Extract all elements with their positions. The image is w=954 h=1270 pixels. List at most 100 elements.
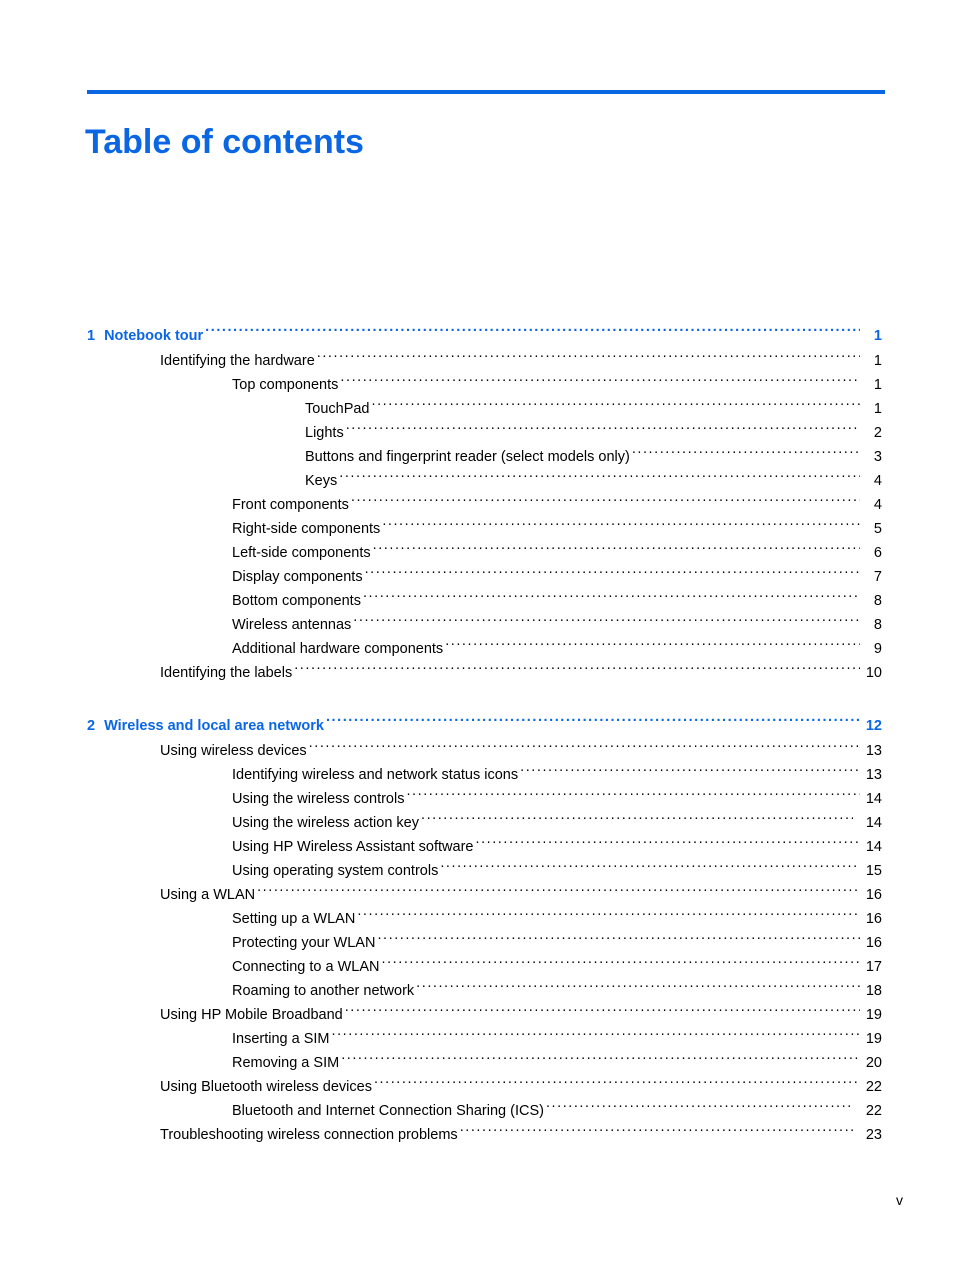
toc-page-number: 7 [873,569,882,585]
toc-entry-row[interactable]: Connecting to a WLAN 17 [87,955,882,979]
toc-entry-label: Bluetooth and Internet Connection Sharin… [232,1103,544,1119]
toc-page-number: 12 [865,718,882,734]
toc-leader-dots [309,741,860,756]
toc-entry-row[interactable]: Left-side components 6 [87,541,882,565]
toc-leader-dots [257,885,860,900]
toc-leader-dots [373,543,860,558]
toc-page-number: 2 [873,425,882,441]
toc-entry-row[interactable]: Right-side components 5 [87,517,882,541]
toc-entry-label: Top components [232,377,339,393]
toc-entry-label: Notebook tour [104,328,204,344]
toc-leader-dots [339,471,860,486]
toc-entry-row[interactable]: Using Bluetooth wireless devices 22 [87,1075,882,1099]
toc-page-number: 1 [873,401,882,417]
toc-page-number: 8 [873,617,882,633]
toc-page-number: 13 [865,767,882,783]
toc-entry-label: Wireless and local area network [104,718,324,734]
toc-entry-label: Using the wireless action key [232,815,419,831]
toc-entry-row[interactable]: Using a WLAN 16 [87,883,882,907]
toc-chapter-row[interactable]: 2 Wireless and local area network 12 [87,713,882,739]
toc-entry-row[interactable]: Using HP Mobile Broadband 19 [87,1003,882,1027]
toc-leader-dots [332,1029,860,1044]
toc-page-number: 18 [865,983,882,999]
toc-leader-dots [345,1005,860,1020]
toc-entry-label: Inserting a SIM [232,1031,330,1047]
toc-entry-label: Left-side components [232,545,371,561]
page-folio: v [896,1192,903,1208]
toc-entry-row[interactable]: Identifying the hardware 1 [87,349,882,373]
toc-entry-row[interactable]: Display components 7 [87,565,882,589]
toc-entry-row[interactable]: Front components 4 [87,493,882,517]
toc-entry-row[interactable]: Protecting your WLAN 16 [87,931,882,955]
toc-entry-label: TouchPad [305,401,370,417]
toc-leader-dots [546,1101,853,1116]
toc-leader-dots [363,591,860,606]
toc-page-number: 1 [873,353,882,369]
toc-entry-label: Wireless antennas [232,617,352,633]
toc-entry-row[interactable]: Lights 2 [87,421,882,445]
toc-page-number: 16 [865,935,882,951]
title-rule [87,90,885,94]
toc-entry-row[interactable]: Troubleshooting wireless connection prob… [87,1123,882,1147]
toc-entry-row[interactable]: Roaming to another network 18 [87,979,882,1003]
toc-entry-label: Using operating system controls [232,863,439,879]
toc-page-number: 4 [873,497,882,513]
toc-leader-dots [374,1077,860,1092]
toc-entry-row[interactable]: Using the wireless controls 14 [87,787,882,811]
toc-page-number: 22 [865,1079,882,1095]
toc-page-number: 14 [865,791,882,807]
toc-entry-label: Using Bluetooth wireless devices [160,1079,372,1095]
table-of-contents-list: 1 Notebook tour 1 Identifying the hardware 1… [87,323,882,1147]
toc-entry-row[interactable]: Bottom components 8 [87,589,882,613]
toc-entry-row[interactable]: Using HP Wireless Assistant software 14 [87,835,882,859]
toc-entry-label: Front components [232,497,349,513]
toc-chapter-number: 2 [87,718,96,734]
toc-entry-row[interactable]: Keys 4 [87,469,882,493]
toc-entry-row[interactable]: Removing a SIM 20 [87,1051,882,1075]
toc-entry-row[interactable]: Inserting a SIM 19 [87,1027,882,1051]
toc-entry-row[interactable]: Bluetooth and Internet Connection Sharin… [87,1099,882,1123]
toc-leader-dots [406,789,860,804]
toc-entry-row[interactable]: Using wireless devices 13 [87,739,882,763]
toc-entry-label: Bottom components [232,593,361,609]
page-title: Table of contents [85,122,364,161]
toc-entry-row[interactable]: Wireless antennas 8 [87,613,882,637]
toc-leader-dots [205,326,860,341]
toc-entry-row[interactable]: Top components 1 [87,373,882,397]
toc-leader-dots [445,639,860,654]
toc-entry-row[interactable]: Identifying the labels 10 [87,661,882,685]
toc-entry-row[interactable]: Identifying wireless and network status … [87,763,882,787]
toc-page-number: 19 [865,1007,882,1023]
toc-leader-dots [340,375,860,390]
toc-page-number: 16 [865,911,882,927]
toc-leader-dots [382,957,861,972]
toc-entry-label: Roaming to another network [232,983,415,999]
toc-entry-row[interactable]: Using operating system controls 15 [87,859,882,883]
toc-entry-row[interactable]: TouchPad 1 [87,397,882,421]
toc-entry-row[interactable]: Buttons and fingerprint reader (select m… [87,445,882,469]
toc-page-number: 23 [865,1127,882,1143]
toc-page-number: 15 [865,863,882,879]
toc-entry-label: Identifying the hardware [160,353,315,369]
toc-entry-label: Protecting your WLAN [232,935,376,951]
toc-chapter-row[interactable]: 1 Notebook tour 1 [87,323,882,349]
toc-entry-row[interactable]: Using the wireless action key 14 [87,811,882,835]
toc-page-number: 8 [873,593,882,609]
toc-page-number: 1 [873,377,882,393]
toc-entry-label: Using the wireless controls [232,791,405,807]
toc-entry-label: Identifying the labels [160,665,293,681]
toc-leader-dots [353,615,860,630]
toc-page-number: 4 [873,473,882,489]
toc-leader-dots [475,837,860,852]
toc-entry-label: Setting up a WLAN [232,911,356,927]
toc-leader-dots [317,351,860,366]
toc-entry-row[interactable]: Setting up a WLAN 16 [87,907,882,931]
toc-entry-row[interactable]: Additional hardware components 9 [87,637,882,661]
toc-chapter-number: 1 [87,328,96,344]
toc-entry-label: Right-side components [232,521,381,537]
toc-entry-label: Using HP Mobile Broadband [160,1007,343,1023]
toc-page-number: 17 [865,959,882,975]
toc-entry-label: Additional hardware components [232,641,444,657]
toc-leader-dots [346,423,860,438]
toc-entry-label: Lights [305,425,344,441]
